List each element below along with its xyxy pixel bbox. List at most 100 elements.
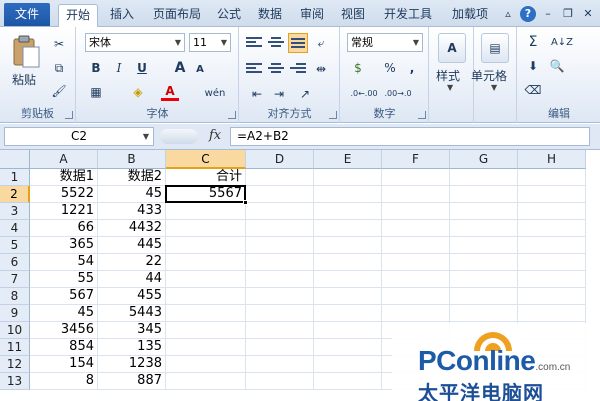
cell-b1[interactable]: 数据2: [98, 169, 166, 186]
percent-button[interactable]: %: [381, 59, 399, 77]
cell-d13[interactable]: [246, 373, 314, 390]
row-header-7[interactable]: 7: [0, 271, 30, 288]
underline-button[interactable]: U: [133, 59, 151, 77]
increase-indent-icon[interactable]: ⇥: [270, 85, 288, 103]
row-header-1[interactable]: 1: [0, 169, 30, 186]
tab-addins[interactable]: 加载项: [446, 4, 494, 27]
cell-a5[interactable]: 365: [30, 237, 98, 254]
cell-h2[interactable]: [518, 186, 586, 203]
cell-f4[interactable]: [382, 220, 450, 237]
increase-decimal-button[interactable]: .0←.00: [349, 85, 379, 101]
cell-b12[interactable]: 1238: [98, 356, 166, 373]
cell-b4[interactable]: 4432: [98, 220, 166, 237]
close-icon[interactable]: ✕: [580, 6, 596, 22]
formula-input[interactable]: =A2+B2: [230, 127, 590, 146]
italic-button[interactable]: I: [110, 59, 128, 77]
cells-icon[interactable]: ▤: [481, 33, 509, 63]
sort-filter-button[interactable]: A↓Z: [548, 33, 576, 51]
cell-e5[interactable]: [314, 237, 382, 254]
cell-f1[interactable]: [382, 169, 450, 186]
cell-c9[interactable]: [166, 305, 246, 322]
clipboard-launcher-icon[interactable]: [65, 111, 73, 119]
cell-e11[interactable]: [314, 339, 382, 356]
styles-dropdown-icon[interactable]: ▼: [447, 83, 453, 92]
tab-insert[interactable]: 插入: [103, 4, 141, 27]
merge-center-icon[interactable]: ⇹: [312, 60, 330, 78]
cell-b2[interactable]: 45: [98, 186, 166, 203]
row-header-4[interactable]: 4: [0, 220, 30, 237]
cell-f5[interactable]: [382, 237, 450, 254]
borders-icon[interactable]: ▦: [87, 83, 105, 101]
row-header-13[interactable]: 13: [0, 373, 30, 390]
cell-f6[interactable]: [382, 254, 450, 271]
row-header-10[interactable]: 10: [0, 322, 30, 339]
cell-a11[interactable]: 854: [30, 339, 98, 356]
cell-e10[interactable]: [314, 322, 382, 339]
column-header-f[interactable]: F: [382, 150, 450, 169]
format-painter-icon[interactable]: 🖌: [50, 82, 68, 100]
cell-c6[interactable]: [166, 254, 246, 271]
cell-e3[interactable]: [314, 203, 382, 220]
cell-g2[interactable]: [450, 186, 518, 203]
cell-a3[interactable]: 1221: [30, 203, 98, 220]
cell-f7[interactable]: [382, 271, 450, 288]
cell-f9[interactable]: [382, 305, 450, 322]
fill-color-icon[interactable]: ◈: [129, 83, 147, 101]
help-icon[interactable]: ?: [520, 6, 536, 22]
column-header-c[interactable]: C: [166, 150, 246, 169]
currency-icon[interactable]: $: [349, 59, 367, 77]
align-left-icon[interactable]: [246, 61, 262, 77]
cell-e12[interactable]: [314, 356, 382, 373]
fill-icon[interactable]: ⬇: [524, 57, 542, 75]
cell-a9[interactable]: 45: [30, 305, 98, 322]
align-right-icon[interactable]: [290, 61, 306, 77]
number-format-combo[interactable]: 常规 ▼: [347, 33, 423, 52]
cell-a2[interactable]: 5522: [30, 186, 98, 203]
cell-d10[interactable]: [246, 322, 314, 339]
cell-b3[interactable]: 433: [98, 203, 166, 220]
styles-icon[interactable]: A: [438, 33, 466, 63]
cell-g7[interactable]: [450, 271, 518, 288]
cell-a13[interactable]: 8: [30, 373, 98, 390]
tab-developer[interactable]: 开发工具: [378, 4, 438, 27]
cell-f3[interactable]: [382, 203, 450, 220]
align-middle-icon[interactable]: [268, 35, 284, 51]
cell-h4[interactable]: [518, 220, 586, 237]
formula-bar-splitter[interactable]: [160, 129, 198, 144]
column-header-g[interactable]: G: [450, 150, 518, 169]
cell-e13[interactable]: [314, 373, 382, 390]
name-box[interactable]: C2 ▼: [4, 127, 154, 146]
cell-f8[interactable]: [382, 288, 450, 305]
cell-g9[interactable]: [450, 305, 518, 322]
cell-h8[interactable]: [518, 288, 586, 305]
tab-view[interactable]: 视图: [336, 4, 370, 27]
cell-d2[interactable]: [246, 186, 314, 203]
tab-formulas[interactable]: 公式: [212, 4, 246, 27]
align-bottom-icon[interactable]: [288, 33, 308, 53]
cell-d8[interactable]: [246, 288, 314, 305]
row-header-12[interactable]: 12: [0, 356, 30, 373]
grow-font-button[interactable]: A: [171, 59, 189, 77]
row-header-11[interactable]: 11: [0, 339, 30, 356]
column-header-d[interactable]: D: [246, 150, 314, 169]
cell-b8[interactable]: 455: [98, 288, 166, 305]
align-top-icon[interactable]: [246, 35, 262, 51]
column-header-b[interactable]: B: [98, 150, 166, 169]
cell-h7[interactable]: [518, 271, 586, 288]
cell-c3[interactable]: [166, 203, 246, 220]
cell-h5[interactable]: [518, 237, 586, 254]
tab-home[interactable]: 开始: [58, 4, 98, 28]
column-header-h[interactable]: H: [518, 150, 586, 169]
copy-icon[interactable]: ⧉: [50, 59, 68, 77]
tab-review[interactable]: 审阅: [295, 4, 329, 27]
cell-a8[interactable]: 567: [30, 288, 98, 305]
font-name-combo[interactable]: 宋体 ▼: [85, 33, 185, 52]
decrease-decimal-button[interactable]: .00→.0: [383, 85, 413, 101]
column-header-e[interactable]: E: [314, 150, 382, 169]
restore-icon[interactable]: ❐: [560, 6, 576, 22]
column-header-a[interactable]: A: [30, 150, 98, 169]
bold-button[interactable]: B: [87, 59, 105, 77]
cell-c5[interactable]: [166, 237, 246, 254]
cell-e1[interactable]: [314, 169, 382, 186]
cell-d12[interactable]: [246, 356, 314, 373]
